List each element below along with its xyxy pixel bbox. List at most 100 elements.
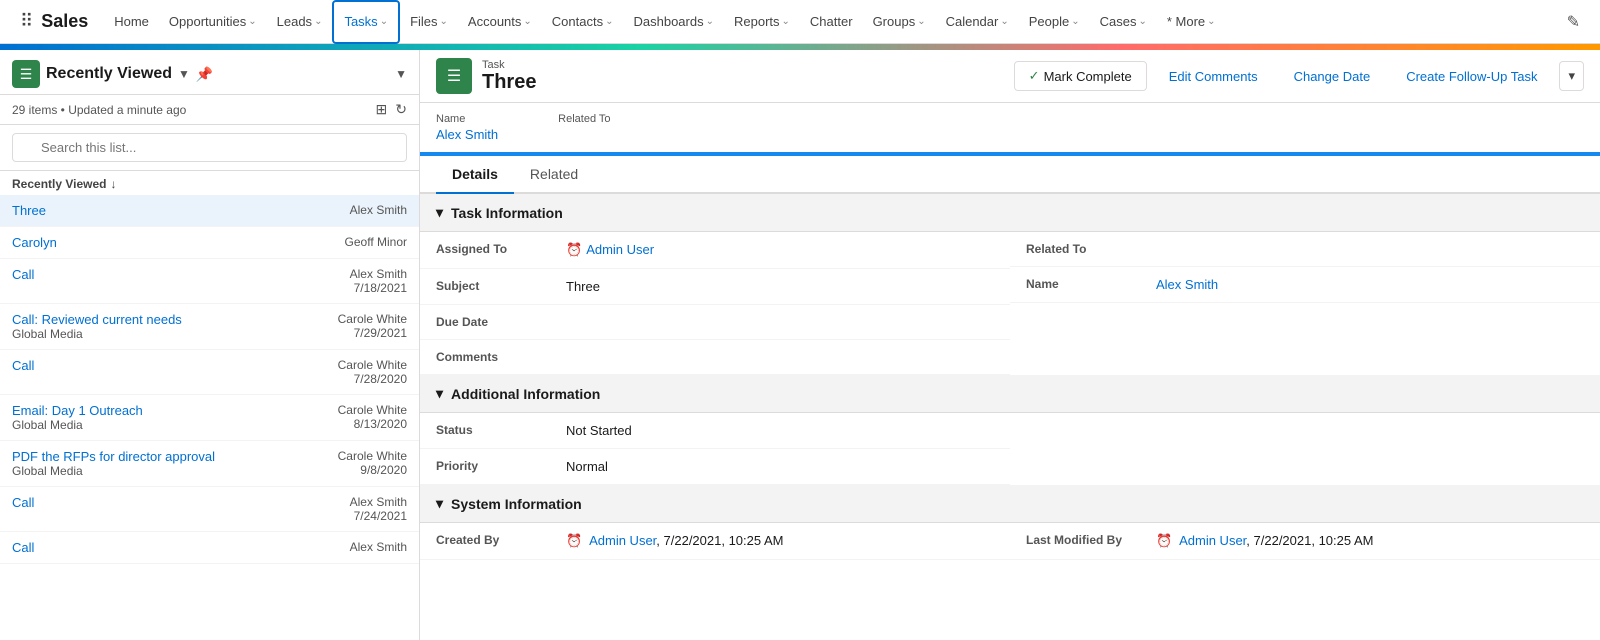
created-by-link[interactable]: Admin User (589, 533, 656, 548)
app-launcher[interactable]: ⠿ Sales (8, 11, 104, 32)
nav-edit-icon[interactable]: ✎ (1555, 12, 1592, 32)
task-info-left: Assigned To ⏰Admin User ✎ Subject Three … (420, 232, 1010, 375)
list-item-name: Call (12, 267, 34, 282)
nav-chevron-icon: ⌄ (1138, 16, 1146, 27)
nav-item-calendar[interactable]: Calendar⌄ (936, 0, 1019, 44)
nav-items: HomeOpportunities⌄Leads⌄Tasks⌄Files⌄Acco… (104, 0, 1554, 44)
list-item[interactable]: CarolynGeoff Minor (0, 227, 419, 259)
list-icon: ☰ (12, 60, 40, 88)
nav-item-files[interactable]: Files⌄ (400, 0, 458, 44)
nav-label: Calendar (946, 14, 999, 29)
list-item[interactable]: CallAlex Smith (0, 532, 419, 564)
nav-label: Reports (734, 14, 780, 29)
tab-related[interactable]: Related (514, 156, 594, 194)
last-modified-clock-icon: ⏰ (1156, 533, 1172, 548)
mark-complete-button[interactable]: ✓ Mark Complete (1014, 61, 1147, 91)
edit-comments-button[interactable]: Edit Comments (1155, 63, 1272, 90)
additional-information-header[interactable]: ▾ Additional Information (420, 375, 1600, 413)
list-item-sub: Global Media (12, 327, 182, 341)
list-item-right: Carole White9/8/2020 (338, 449, 407, 477)
nav-chevron-icon: ⌄ (917, 16, 925, 27)
list-item[interactable]: Call: Reviewed current needsGlobal Media… (0, 304, 419, 350)
view-toggle-icon[interactable]: ⊞ (376, 101, 388, 118)
items-count: 29 items • Updated a minute ago (12, 103, 186, 117)
nav-label: Leads (277, 14, 312, 29)
list-item-right-name: Carole White (338, 312, 407, 326)
field-assigned-to: Assigned To ⏰Admin User ✎ (420, 232, 1010, 269)
tab-details[interactable]: Details (436, 156, 514, 194)
list-item-name: Carolyn (12, 235, 57, 250)
task-title: Three (482, 71, 536, 94)
list-item[interactable]: CallAlex Smith7/24/2021 (0, 487, 419, 532)
nav-chevron-icon: ⌄ (523, 16, 531, 27)
nav-item-people[interactable]: People⌄ (1019, 0, 1090, 44)
nav-item-dashboards[interactable]: Dashboards⌄ (624, 0, 725, 44)
nav-item-groups[interactable]: Groups⌄ (863, 0, 936, 44)
list-item-right-name: Alex Smith (350, 540, 407, 554)
search-input[interactable] (12, 133, 407, 162)
list-item[interactable]: PDF the RFPs for director approvalGlobal… (0, 441, 419, 487)
list-item[interactable]: ThreeAlex Smith (0, 195, 419, 227)
nav-item-reports[interactable]: Reports⌄ (724, 0, 800, 44)
nav-item-leads[interactable]: Leads⌄ (267, 0, 333, 44)
tabs-bar: DetailsRelated (420, 156, 1600, 194)
list-item-right: Alex Smith (350, 540, 407, 554)
nav-item-tasks[interactable]: Tasks⌄ (332, 0, 400, 44)
title-chevron[interactable]: ▼ (178, 67, 190, 81)
nav-item--more[interactable]: * More⌄ (1157, 0, 1226, 44)
last-modified-link[interactable]: Admin User (1179, 533, 1246, 548)
nav-chevron-icon: ⌄ (1000, 16, 1008, 27)
field-related-to: Related To ✎ (1010, 232, 1600, 267)
nav-label: Chatter (810, 14, 853, 29)
task-information-header[interactable]: ▾ Task Information (420, 194, 1600, 232)
nav-item-chatter[interactable]: Chatter (800, 0, 863, 44)
nav-label: Files (410, 14, 437, 29)
additional-info-toggle: ▾ (436, 385, 443, 402)
create-followup-button[interactable]: Create Follow-Up Task (1392, 63, 1551, 90)
actions-dropdown-button[interactable]: ▾ (1559, 61, 1584, 91)
name-field-value[interactable]: Alex Smith (1156, 277, 1584, 292)
list-item-right-date: 7/28/2020 (338, 372, 407, 386)
status-value: Not Started (566, 423, 994, 438)
list-item[interactable]: CallCarole White7/28/2020 (0, 350, 419, 395)
change-date-button[interactable]: Change Date (1280, 63, 1385, 90)
nav-item-accounts[interactable]: Accounts⌄ (458, 0, 542, 44)
list-item-right: Alex Smith7/24/2021 (350, 495, 407, 523)
system-information-header[interactable]: ▾ System Information (420, 485, 1600, 523)
name-field-label: Name (1026, 277, 1156, 291)
nav-item-cases[interactable]: Cases⌄ (1090, 0, 1157, 44)
nav-label: Opportunities (169, 14, 246, 29)
panel-dropdown[interactable]: ▼ (395, 67, 407, 81)
mark-complete-label: Mark Complete (1044, 69, 1132, 84)
field-subject: Subject Three ✎ (420, 269, 1010, 305)
list-item-right-name: Alex Smith (350, 267, 407, 281)
nav-item-contacts[interactable]: Contacts⌄ (542, 0, 624, 44)
additional-info-title: Additional Information (451, 386, 600, 402)
list-item-right-date: 7/29/2021 (338, 326, 407, 340)
refresh-icon[interactable]: ↻ (395, 101, 407, 118)
user-clock-icon: ⏰ (566, 242, 582, 257)
list-item-right: Carole White8/13/2020 (338, 403, 407, 431)
left-header: ☰ Recently Viewed ▼ 📌 ▼ (0, 50, 419, 95)
related-to-label: Related To (558, 113, 610, 125)
list-item[interactable]: CallAlex Smith7/18/2021 (0, 259, 419, 304)
assigned-to-value[interactable]: ⏰Admin User (566, 242, 994, 258)
nav-label: Home (114, 14, 149, 29)
list-sort-icon[interactable]: ↓ (111, 177, 117, 191)
nav-item-opportunities[interactable]: Opportunities⌄ (159, 0, 267, 44)
grid-icon: ⠿ (20, 11, 33, 32)
additional-information-section: ▾ Additional Information Status Not Star… (420, 375, 1600, 485)
list-item-right-name: Carole White (338, 449, 407, 463)
list-item-right-date: 7/24/2021 (350, 509, 407, 523)
list-item-sub: Global Media (12, 418, 143, 432)
additional-information-body: Status Not Started ✎ Priority Normal ✎ (420, 413, 1600, 485)
additional-info-right (1010, 413, 1600, 485)
system-info-toggle: ▾ (436, 495, 443, 512)
nav-item-home[interactable]: Home (104, 0, 159, 44)
name-value[interactable]: Alex Smith (436, 127, 498, 142)
nav-chevron-icon: ⌄ (440, 16, 448, 27)
subheader-icons: ⊞ ↻ (376, 101, 407, 118)
nav-chevron-icon: ⌄ (706, 16, 714, 27)
list-item[interactable]: Email: Day 1 OutreachGlobal MediaCarole … (0, 395, 419, 441)
created-by-label: Created By (436, 533, 566, 547)
